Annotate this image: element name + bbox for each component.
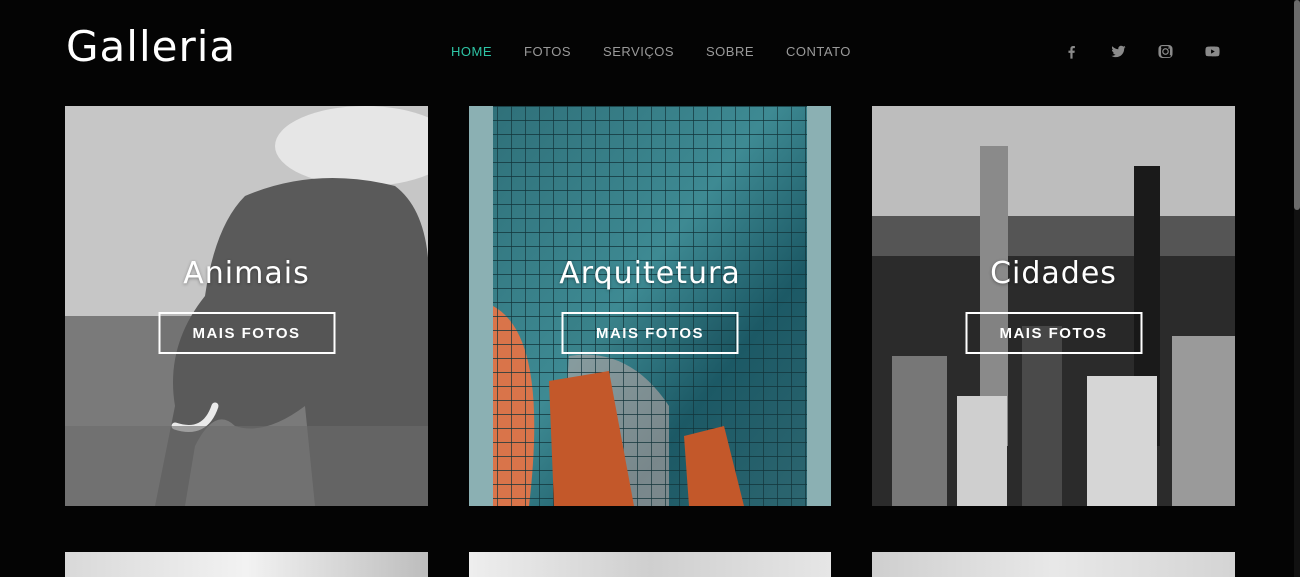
card-title: Cidades <box>990 256 1117 291</box>
scrollbar-thumb[interactable] <box>1294 0 1300 210</box>
more-photos-button[interactable]: MAIS FOTOS <box>158 312 335 354</box>
nav-item-contato[interactable]: CONTATO <box>786 44 851 59</box>
gallery-card-row2-1[interactable] <box>65 552 428 577</box>
social-links <box>1060 40 1248 62</box>
page-scrollbar[interactable] <box>1294 0 1300 577</box>
card-title: Arquitetura <box>559 256 741 291</box>
nav-item-home[interactable]: HOME <box>451 44 492 59</box>
nav-item-servicos[interactable]: SERVIÇOS <box>603 44 674 59</box>
building-photo <box>469 106 831 506</box>
nav-item-sobre[interactable]: SOBRE <box>706 44 754 59</box>
twitter-icon[interactable] <box>1107 40 1129 62</box>
instagram-icon[interactable] <box>1154 40 1176 62</box>
card-title: Animais <box>183 256 310 291</box>
gallery-card-animais[interactable]: Animais MAIS FOTOS <box>65 106 428 506</box>
gallery-card-row2-2[interactable] <box>469 552 831 577</box>
nav-item-fotos[interactable]: FOTOS <box>524 44 571 59</box>
gallery-card-arquitetura[interactable]: Arquitetura MAIS FOTOS <box>469 106 831 506</box>
site-logo[interactable]: Galleria <box>66 22 236 71</box>
gallery-card-row2-3[interactable] <box>872 552 1235 577</box>
main-nav: HOME FOTOS SERVIÇOS SOBRE CONTATO <box>451 44 883 59</box>
site-header: Galleria HOME FOTOS SERVIÇOS SOBRE CONTA… <box>0 0 1300 106</box>
facebook-icon[interactable] <box>1060 40 1082 62</box>
more-photos-button[interactable]: MAIS FOTOS <box>965 312 1142 354</box>
more-photos-button[interactable]: MAIS FOTOS <box>561 312 739 354</box>
elephant-photo <box>65 106 428 506</box>
youtube-icon[interactable] <box>1201 40 1223 62</box>
gallery-card-cidades[interactable]: Cidades MAIS FOTOS <box>872 106 1235 506</box>
city-photo <box>872 106 1235 506</box>
